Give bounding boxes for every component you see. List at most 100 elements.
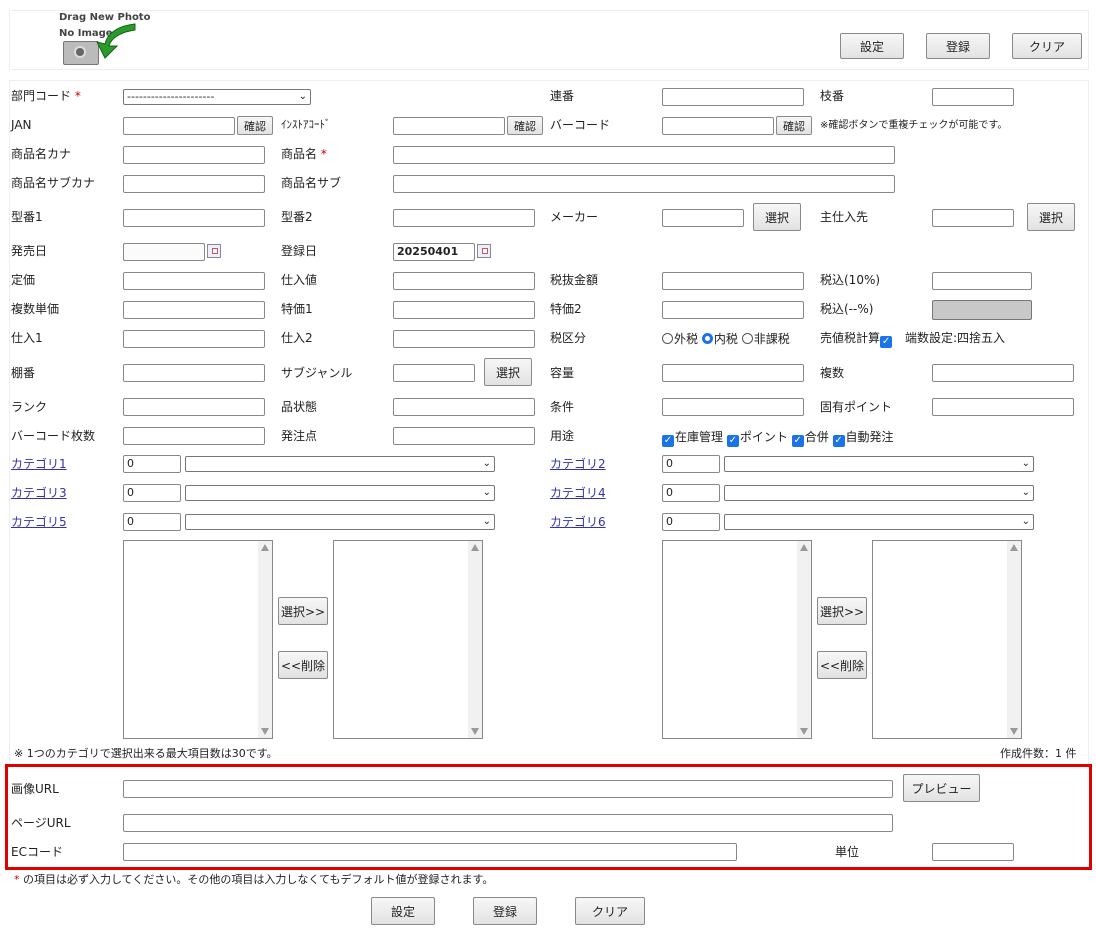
- add-selected-button-right[interactable]: 選択>>: [817, 597, 867, 625]
- remove-selected-button-right[interactable]: <<削除: [817, 651, 867, 679]
- selected-list-right[interactable]: [872, 540, 1022, 739]
- category2-link[interactable]: カテゴリ2: [550, 456, 606, 472]
- scroll-down-icon[interactable]: [471, 728, 479, 735]
- shelf-input[interactable]: [123, 364, 265, 382]
- scrollbar[interactable]: [797, 541, 811, 738]
- scroll-down-icon[interactable]: [261, 728, 269, 735]
- register-button-top[interactable]: 登録: [926, 33, 990, 59]
- available-list-left[interactable]: [123, 540, 273, 739]
- subgenre-input[interactable]: [393, 364, 475, 382]
- scrollbar[interactable]: [468, 541, 482, 738]
- maker-input[interactable]: [662, 209, 744, 227]
- page-url-input[interactable]: [123, 814, 893, 832]
- supplier-select-button[interactable]: 選択: [1027, 203, 1075, 231]
- barcode-count-input[interactable]: [123, 427, 265, 445]
- purchase1-input[interactable]: [123, 330, 265, 348]
- rank-input[interactable]: [123, 398, 265, 416]
- selected-list-left[interactable]: [333, 540, 483, 739]
- image-url-input[interactable]: [123, 780, 893, 798]
- tax-radio-outer[interactable]: 外税: [662, 332, 698, 346]
- category1-link[interactable]: カテゴリ1: [11, 456, 67, 472]
- branch-input[interactable]: [932, 88, 1014, 106]
- name-sub-input[interactable]: [393, 175, 895, 193]
- category6-select[interactable]: ⌄: [724, 514, 1034, 530]
- tax-radio-exempt[interactable]: 非課税: [741, 332, 790, 346]
- preview-button[interactable]: プレビュー: [903, 774, 980, 802]
- subgenre-select-button[interactable]: 選択: [484, 358, 532, 386]
- special1-input[interactable]: [393, 301, 535, 319]
- calendar-icon[interactable]: [207, 244, 221, 258]
- scroll-down-icon[interactable]: [800, 728, 808, 735]
- name-sub-kana-input[interactable]: [123, 175, 265, 193]
- register-button-bottom[interactable]: 登録: [473, 897, 537, 925]
- photo-drop-area[interactable]: Drag New Photo No Image: [57, 12, 150, 66]
- scroll-up-icon[interactable]: [261, 544, 269, 551]
- list-price-input[interactable]: [123, 272, 265, 290]
- scroll-down-icon[interactable]: [1010, 728, 1018, 735]
- category3-select[interactable]: ⌄: [185, 485, 495, 501]
- clear-button-bottom[interactable]: クリア: [575, 897, 645, 925]
- add-selected-button-left[interactable]: 選択>>: [278, 597, 328, 625]
- usage-auto-order[interactable]: ✓ 自動発注: [832, 430, 894, 447]
- dept-code-select[interactable]: ---------------------- ⌄: [123, 89, 311, 105]
- category6-link[interactable]: カテゴリ6: [550, 514, 606, 530]
- scroll-up-icon[interactable]: [1010, 544, 1018, 551]
- scroll-up-icon[interactable]: [800, 544, 808, 551]
- category4-link[interactable]: カテゴリ4: [550, 485, 606, 501]
- condition-state-input[interactable]: [393, 398, 535, 416]
- usage-merge[interactable]: ✓ 合併: [791, 430, 829, 447]
- usage-point[interactable]: ✓ ポイント: [726, 430, 788, 447]
- tax-radio-inner[interactable]: 内税: [701, 332, 738, 346]
- release-date-input[interactable]: [123, 243, 205, 261]
- barcode-input[interactable]: [662, 117, 774, 135]
- serial-input[interactable]: [662, 88, 804, 106]
- instore-confirm-button[interactable]: 確認: [507, 116, 543, 135]
- category1-code-input[interactable]: 0: [123, 455, 181, 473]
- name-input[interactable]: [393, 146, 895, 164]
- tax-excl-input[interactable]: [662, 272, 804, 290]
- category3-code-input[interactable]: 0: [123, 484, 181, 502]
- order-point-input[interactable]: [393, 427, 535, 445]
- capacity-input[interactable]: [662, 364, 804, 382]
- cost-input[interactable]: [393, 272, 535, 290]
- usage-stock[interactable]: ✓ 在庫管理: [662, 430, 723, 447]
- category4-select[interactable]: ⌄: [724, 485, 1034, 501]
- condition-input[interactable]: [662, 398, 804, 416]
- category4-code-input[interactable]: 0: [662, 484, 720, 502]
- category2-select[interactable]: ⌄: [724, 456, 1034, 472]
- scrollbar[interactable]: [258, 541, 272, 738]
- sales-tax-calc[interactable]: 売値税計算 ✓: [820, 330, 893, 348]
- main-supplier-input[interactable]: [932, 209, 1014, 227]
- settings-button-top[interactable]: 設定: [840, 33, 904, 59]
- remove-selected-button-left[interactable]: <<削除: [278, 651, 328, 679]
- maker-select-button[interactable]: 選択: [753, 203, 801, 231]
- instore-code-input[interactable]: [393, 117, 505, 135]
- category5-link[interactable]: カテゴリ5: [11, 514, 67, 530]
- name-kana-input[interactable]: [123, 146, 265, 164]
- clear-button-top[interactable]: クリア: [1012, 33, 1082, 59]
- tax-incl10-input[interactable]: [932, 272, 1032, 290]
- own-point-input[interactable]: [932, 398, 1074, 416]
- model1-input[interactable]: [123, 209, 265, 227]
- barcode-confirm-button[interactable]: 確認: [776, 116, 812, 135]
- category5-select[interactable]: ⌄: [185, 514, 495, 530]
- calendar-icon[interactable]: [477, 244, 491, 258]
- jan-input[interactable]: [123, 117, 235, 135]
- category5-code-input[interactable]: 0: [123, 513, 181, 531]
- scrollbar[interactable]: [1007, 541, 1021, 738]
- category3-link[interactable]: カテゴリ3: [11, 485, 67, 501]
- scroll-up-icon[interactable]: [471, 544, 479, 551]
- settings-button-bottom[interactable]: 設定: [371, 897, 435, 925]
- multiple-input[interactable]: [932, 364, 1074, 382]
- jan-confirm-button[interactable]: 確認: [237, 116, 273, 135]
- multi-price-input[interactable]: [123, 301, 265, 319]
- unit-input[interactable]: [932, 843, 1014, 861]
- category2-code-input[interactable]: 0: [662, 455, 720, 473]
- ec-code-input[interactable]: [123, 843, 737, 861]
- category6-code-input[interactable]: 0: [662, 513, 720, 531]
- model2-input[interactable]: [393, 209, 535, 227]
- category1-select[interactable]: ⌄: [185, 456, 495, 472]
- purchase2-input[interactable]: [393, 330, 535, 348]
- reg-date-input[interactable]: 20250401: [393, 243, 475, 261]
- special2-input[interactable]: [662, 301, 804, 319]
